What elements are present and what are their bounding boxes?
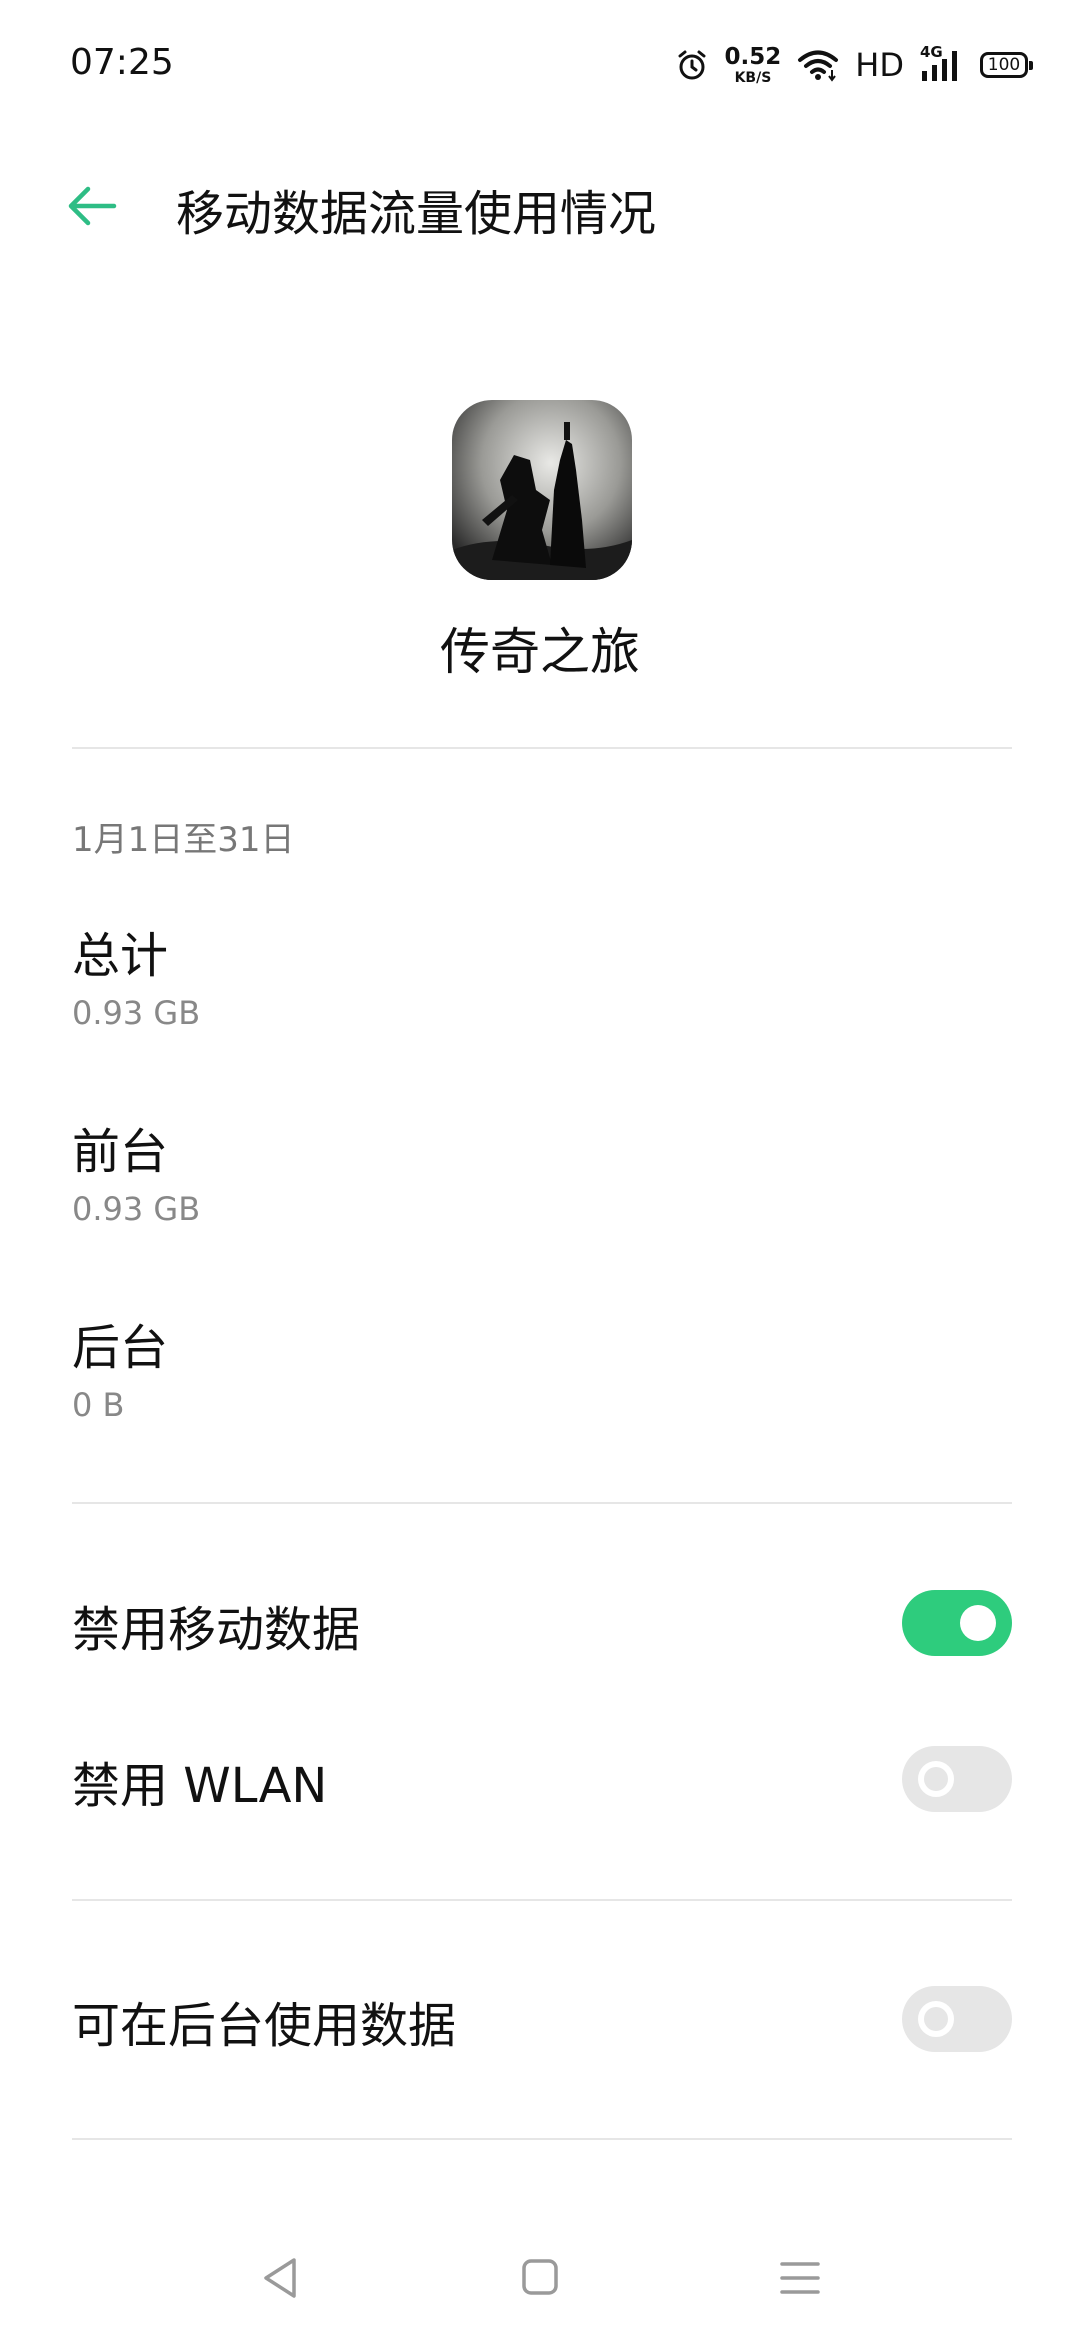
- net-speed-value: 0.52: [724, 43, 782, 70]
- stat-label-total: 总计: [72, 928, 169, 984]
- battery-icon: 100: [980, 52, 1033, 78]
- menu-lines-icon: [780, 2262, 820, 2294]
- nav-menu-button[interactable]: [770, 2248, 830, 2308]
- hd-indicator: HD: [855, 46, 904, 84]
- background-data-switch[interactable]: [902, 1986, 1012, 2052]
- status-bar: 07:25 0.52 KB/S HD 4G 100: [0, 0, 1080, 130]
- status-time: 07:25: [70, 42, 174, 83]
- status-icons: 0.52 KB/S HD 4G 100: [675, 40, 1033, 90]
- disable-wlan-switch[interactable]: [902, 1746, 1012, 1812]
- nav-home-button[interactable]: [510, 2248, 570, 2308]
- app-name: 传奇之旅: [440, 623, 640, 681]
- switch-knob: [918, 2001, 954, 2037]
- net-speed-unit: KB/S: [734, 69, 772, 86]
- app-icon: [452, 400, 632, 580]
- stat-label-background: 后台: [72, 1320, 169, 1376]
- back-button[interactable]: [62, 176, 122, 236]
- alarm-icon: [678, 50, 706, 80]
- wifi-icon: [798, 50, 839, 82]
- disable-mobile-data-label: 禁用移动数据: [72, 1602, 361, 1658]
- divider: [72, 747, 1012, 749]
- battery-level: 100: [987, 55, 1021, 75]
- signal-icon: 4G: [920, 43, 964, 83]
- home-square-icon: [522, 2259, 558, 2295]
- page-title: 移动数据流量使用情况: [176, 186, 657, 242]
- nav-back-button[interactable]: [250, 2248, 310, 2308]
- divider: [72, 1502, 1012, 1504]
- divider: [72, 2138, 1012, 2140]
- disable-wlan-label: 禁用 WLAN: [72, 1758, 328, 1814]
- switch-knob: [960, 1605, 996, 1641]
- back-triangle-icon: [264, 2258, 296, 2298]
- screen: 07:25 0.52 KB/S HD 4G 100 移动数据流量使用情况 传奇之…: [0, 0, 1080, 2340]
- usage-period: 1月1日至31日: [72, 820, 295, 860]
- header: 移动数据流量使用情况: [0, 150, 1080, 260]
- switch-knob: [918, 1761, 954, 1797]
- arrow-left-icon: [68, 186, 117, 226]
- stat-value-total: 0.93 GB: [72, 994, 201, 1032]
- net-speed: 0.52 KB/S: [724, 43, 782, 86]
- background-data-label: 可在后台使用数据: [72, 1998, 457, 2054]
- stat-value-background: 0 B: [72, 1386, 125, 1424]
- stat-value-foreground: 0.93 GB: [72, 1190, 201, 1228]
- nav-bar: [0, 2230, 1080, 2340]
- stat-label-foreground: 前台: [72, 1124, 169, 1180]
- disable-mobile-data-switch[interactable]: [902, 1590, 1012, 1656]
- divider: [72, 1899, 1012, 1901]
